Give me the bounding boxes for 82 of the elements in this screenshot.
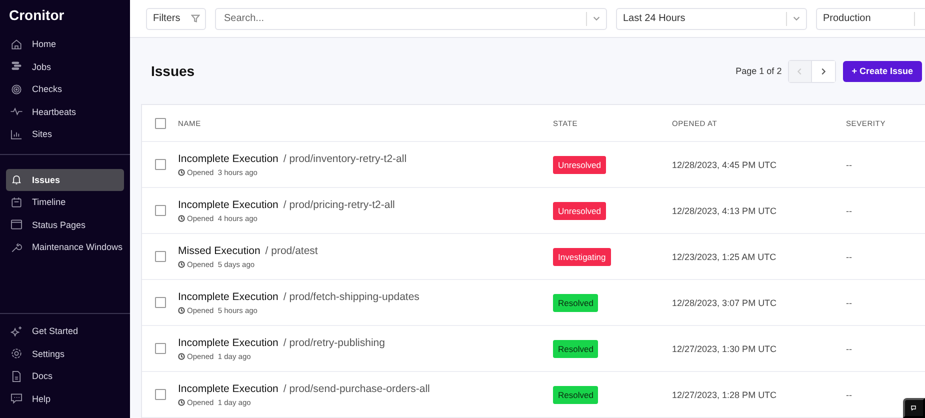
monitor-path: / prod/send-purchase-orders-all: [283, 382, 430, 394]
sidebar-item[interactable]: Sites: [6, 123, 124, 146]
state-badge: Resolved: [553, 340, 598, 358]
row-checkbox[interactable]: [155, 389, 166, 400]
create-issue-button[interactable]: + Create Issue: [842, 60, 922, 82]
monitor-path: / prod/inventory-retry-t2-all: [283, 152, 407, 164]
sidebar-item[interactable]: Timeline: [6, 191, 124, 214]
time-range-dropdown[interactable]: Last 24 Hours: [616, 8, 807, 30]
row-checkbox[interactable]: [155, 343, 166, 354]
sidebar-item[interactable]: Maintenance Windows: [6, 236, 124, 258]
sidebar-item[interactable]: Home: [6, 33, 124, 56]
window-icon: [10, 218, 23, 232]
issue-type[interactable]: Incomplete Execution: [178, 152, 278, 164]
issue-type[interactable]: Incomplete Execution: [178, 336, 278, 348]
opened-at-cell-text: 12/28/2023, 4:45 PM UTC: [672, 160, 778, 170]
gear-icon: [10, 347, 23, 360]
page-title: Issues: [151, 63, 196, 79]
clock-icon: [178, 168, 185, 176]
severity-cell-text: --: [846, 390, 853, 400]
opened-at-cell-text: 12/27/2023, 1:28 PM UTC: [672, 390, 778, 400]
state-badge: Resolved: [553, 294, 598, 312]
issue-type[interactable]: Incomplete Execution: [178, 198, 278, 210]
opened-at-cell-text: 12/27/2023, 1:30 PM UTC: [672, 344, 778, 354]
issue-type[interactable]: Missed Execution: [178, 244, 260, 256]
clock-icon: [178, 306, 185, 314]
clock-icon: [178, 214, 185, 222]
severity-cell-text: --: [846, 252, 853, 262]
state-badge: Unresolved: [553, 156, 606, 174]
sidebar-item[interactable]: Settings: [6, 342, 124, 365]
severity-cell-text: --: [846, 206, 853, 216]
environment-dropdown[interactable]: Production: [816, 8, 925, 30]
row-checkbox[interactable]: [155, 159, 166, 170]
monitor-path: / prod/atest: [265, 244, 318, 256]
severity-cell-text: --: [846, 160, 853, 170]
chat-widget-button[interactable]: [903, 398, 925, 418]
sidebar-item[interactable]: Get Started: [6, 320, 124, 342]
severity-cell-text: --: [846, 298, 853, 308]
opened-at-cell-text: 12/23/2023, 1:25 AM UTC: [672, 252, 778, 262]
bell-icon: [10, 173, 23, 186]
calendar-icon: [10, 196, 23, 209]
chat-icon: [911, 402, 917, 414]
clock-icon: [178, 352, 185, 360]
heartbeat-icon: [10, 105, 23, 118]
doc-icon: [10, 370, 23, 383]
state-badge: Resolved: [553, 386, 598, 404]
issue-type[interactable]: Incomplete Execution: [178, 382, 278, 394]
checks-icon: [10, 82, 23, 96]
sites-icon: [10, 128, 23, 141]
monitor-path: / prod/pricing-retry-t2-all: [283, 198, 395, 210]
sidebar-item[interactable]: Docs: [6, 365, 124, 388]
sidebar-item[interactable]: Jobs: [6, 56, 124, 78]
home-icon: [10, 38, 23, 51]
sidebar-item[interactable]: Issues: [6, 168, 124, 191]
sidebar-item[interactable]: Checks: [6, 78, 124, 100]
severity-cell-text: --: [846, 344, 853, 354]
pagination-label: Page 1 of 2: [736, 66, 782, 76]
chevron-down-icon: [592, 14, 601, 23]
clock-icon: [178, 260, 185, 268]
row-checkbox[interactable]: [155, 251, 166, 262]
logo: Cronitor: [8, 6, 66, 25]
monitor-path: / prod/fetch-shipping-updates: [283, 290, 420, 302]
clock-icon: [178, 398, 185, 406]
monitor-path: / prod/retry-publishing: [283, 336, 385, 348]
wrench-icon: [10, 240, 23, 254]
select-all-checkbox[interactable]: [155, 118, 166, 128]
sidebar-item[interactable]: Heartbeats: [6, 100, 124, 123]
search-input[interactable]: Search...: [222, 12, 586, 25]
row-checkbox[interactable]: [155, 297, 166, 308]
sidebar-item[interactable]: Help: [6, 388, 124, 410]
issue-type[interactable]: Incomplete Execution: [178, 290, 278, 302]
search-field[interactable]: Search...: [215, 8, 607, 30]
opened-at-cell-text: 12/28/2023, 4:13 PM UTC: [672, 206, 778, 216]
state-badge: Investigating: [553, 248, 611, 266]
filters-button[interactable]: Filters: [146, 8, 206, 30]
row-checkbox[interactable]: [155, 205, 166, 216]
funnel-icon: [191, 14, 200, 23]
sidebar-item[interactable]: Status Pages: [6, 214, 124, 236]
chat-icon: [10, 392, 23, 406]
state-badge: Unresolved: [553, 202, 606, 220]
opened-at-cell-text: 12/28/2023, 3:07 PM UTC: [672, 298, 778, 308]
chevron-down-icon: [792, 14, 801, 23]
sparkle-icon: [10, 324, 23, 338]
